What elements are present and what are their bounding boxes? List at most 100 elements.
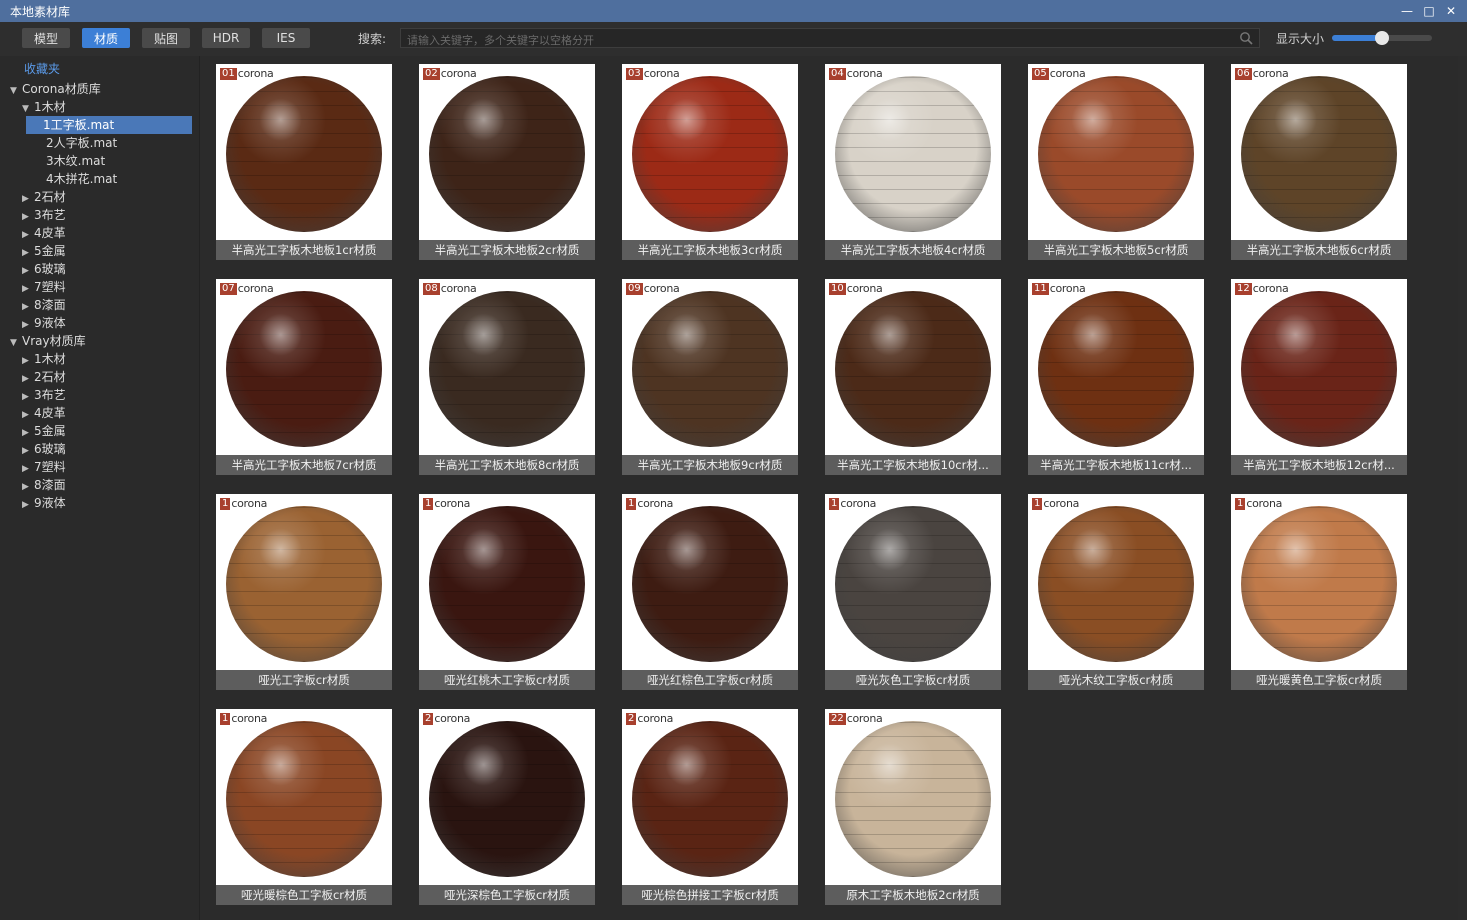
scrollbar[interactable] [1458,56,1467,920]
corona-badge: 12 corona [1235,283,1289,295]
material-card[interactable]: 1 corona 哑光暖棕色工字板cr材质 [216,709,392,905]
tab-1[interactable]: 材质 [82,28,130,48]
badge-brand: corona [1049,67,1086,80]
material-card[interactable]: 11 corona 半高光工字板木地板11cr材... [1028,279,1204,475]
tree-item[interactable]: 2人字板.mat [34,134,117,152]
tree-item[interactable]: ▼ Corona材质库 [10,80,101,98]
tab-2[interactable]: 贴图 [142,28,190,48]
material-card[interactable]: 09 corona 半高光工字板木地板9cr材质 [622,279,798,475]
material-thumbnail: 02 corona [419,64,595,240]
tree-item[interactable]: 1工字板.mat [26,116,192,134]
material-sphere [632,76,788,232]
tree-item[interactable]: ▶ 8漆面 [22,476,66,494]
tree-item[interactable]: ▼ Vray材质库 [10,332,86,350]
tree-item[interactable]: ▶ 6玻璃 [22,260,66,278]
badge-number: 1 [220,713,231,725]
close-icon[interactable]: ✕ [1443,3,1459,19]
search-input[interactable] [401,30,1229,51]
badge-number: 05 [1032,68,1049,80]
badge-brand: corona [1252,67,1289,80]
collapse-arrow-icon[interactable]: ▼ [10,82,22,100]
material-card[interactable]: 12 corona 半高光工字板木地板12cr材... [1231,279,1407,475]
material-card[interactable]: 2 corona 哑光棕色拼接工字板cr材质 [622,709,798,905]
tree-item[interactable]: ▶ 1木材 [22,350,66,368]
tree-item[interactable]: ▶ 3布艺 [22,206,66,224]
tree-item[interactable]: ▶ 2石材 [22,188,66,206]
tree-item[interactable]: ▶ 9液体 [22,314,66,332]
tree-item[interactable]: ▶ 6玻璃 [22,440,66,458]
badge-brand: corona [846,67,883,80]
tab-3[interactable]: HDR [202,28,250,48]
material-thumbnail: 10 corona [825,279,1001,455]
tree-item-label: 3木纹.mat [46,154,106,168]
tree-item[interactable]: ▶ 7塑料 [22,278,66,296]
tree-item-label: 6玻璃 [34,262,66,276]
tree-item-label: 9液体 [34,496,66,510]
badge-number: 02 [423,68,440,80]
tab-4[interactable]: IES [262,28,310,48]
material-card[interactable]: 08 corona 半高光工字板木地板8cr材质 [419,279,595,475]
badge-brand: corona [237,67,274,80]
maximize-icon[interactable]: □ [1421,3,1437,19]
material-card[interactable]: 10 corona 半高光工字板木地板10cr材... [825,279,1001,475]
badge-brand: corona [846,712,883,725]
badge-number: 1 [829,498,840,510]
material-card[interactable]: 02 corona 半高光工字板木地板2cr材质 [419,64,595,260]
tree-item[interactable]: ▶ 4皮革 [22,404,66,422]
material-card[interactable]: 05 corona 半高光工字板木地板5cr材质 [1028,64,1204,260]
tree-item[interactable]: ▶ 5金属 [22,242,66,260]
material-card[interactable]: 04 corona 半高光工字板木地板4cr材质 [825,64,1001,260]
tree-item[interactable]: ▶ 4皮革 [22,224,66,242]
favorites-link[interactable]: 收藏夹 [24,60,60,77]
slider-knob[interactable] [1375,31,1389,45]
badge-number: 2 [423,713,434,725]
material-thumbnail: 09 corona [622,279,798,455]
tree-item[interactable]: ▶ 3布艺 [22,386,66,404]
collapse-arrow-icon[interactable]: ▼ [10,334,22,352]
tree-item[interactable]: ▶ 2石材 [22,368,66,386]
material-card[interactable]: 06 corona 半高光工字板木地板6cr材质 [1231,64,1407,260]
badge-number: 10 [829,283,846,295]
tree-item-label: 4木拼花.mat [46,172,118,186]
material-card[interactable]: 1 corona 哑光工字板cr材质 [216,494,392,690]
tree-item[interactable]: ▶ 5金属 [22,422,66,440]
tab-0[interactable]: 模型 [22,28,70,48]
tree-item[interactable]: ▼ 1木材 [22,98,66,116]
material-card[interactable]: 1 corona 哑光暖黄色工字板cr材质 [1231,494,1407,690]
material-card[interactable]: 2 corona 哑光深棕色工字板cr材质 [419,709,595,905]
tree-item[interactable]: ▶ 9液体 [22,494,66,512]
material-caption: 哑光棕色拼接工字板cr材质 [622,885,798,905]
badge-number: 01 [220,68,237,80]
material-card[interactable]: 1 corona 哑光木纹工字板cr材质 [1028,494,1204,690]
corona-badge: 01 corona [220,67,274,80]
corona-badge: 08 corona [423,283,477,295]
material-card[interactable]: 1 corona 哑光红棕色工字板cr材质 [622,494,798,690]
tree-item[interactable]: ▶ 7塑料 [22,458,66,476]
corona-badge: 09 corona [626,283,680,295]
material-card[interactable]: 1 corona 哑光红桃木工字板cr材质 [419,494,595,690]
material-thumbnail: 03 corona [622,64,798,240]
search-icon[interactable] [1239,31,1253,45]
expand-arrow-icon[interactable]: ▶ [22,496,34,514]
display-size-slider[interactable] [1332,31,1432,45]
material-card[interactable]: 01 corona 半高光工字板木地板1cr材质 [216,64,392,260]
tree-item-label: Vray材质库 [22,334,86,348]
material-sphere [632,506,788,662]
material-thumbnail: 2 corona [622,709,798,885]
badge-brand: corona [1049,282,1086,295]
tree-item[interactable]: ▶ 8漆面 [22,296,66,314]
corona-badge: 1 corona [423,498,470,510]
tree-item-label: 7塑料 [34,460,66,474]
tree-item[interactable]: 3木纹.mat [34,152,105,170]
material-card[interactable]: 07 corona 半高光工字板木地板7cr材质 [216,279,392,475]
material-card[interactable]: 03 corona 半高光工字板木地板3cr材质 [622,64,798,260]
material-card[interactable]: 22 corona 原木工字板木地板2cr材质 [825,709,1001,905]
material-thumbnail: 22 corona [825,709,1001,885]
material-sphere [226,506,382,662]
tree-item-label: 4皮革 [34,406,66,420]
material-caption: 半高光工字板木地板2cr材质 [419,240,595,260]
minimize-icon[interactable]: — [1399,3,1415,19]
badge-number: 1 [1235,498,1246,510]
material-card[interactable]: 1 corona 哑光灰色工字板cr材质 [825,494,1001,690]
tree-item[interactable]: 4木拼花.mat [34,170,117,188]
